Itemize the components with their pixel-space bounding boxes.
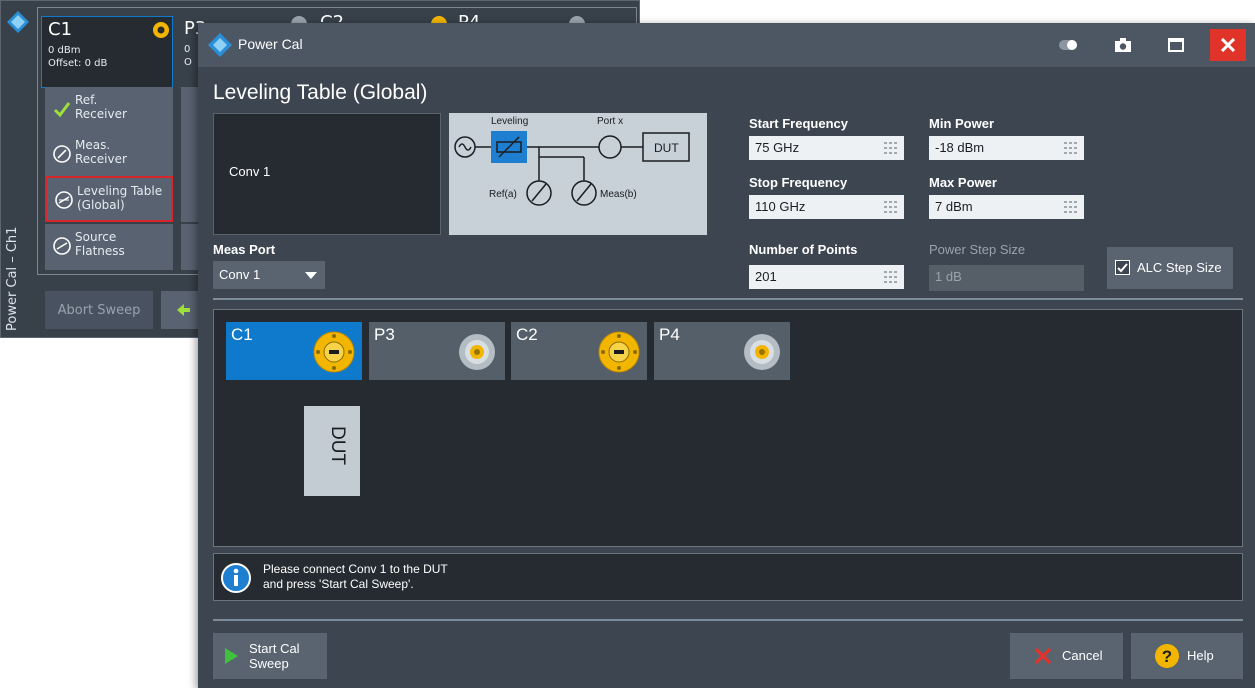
ref-receiver-button[interactable]: Ref. Receiver [45,87,173,133]
close-button[interactable] [1210,29,1246,61]
info-text-line2: and press 'Start Cal Sweep'. [263,577,414,591]
power-step-size-field: 1 dB [929,265,1084,291]
divider [213,619,1243,621]
cancel-x-icon [1034,647,1052,665]
back-arrow-button[interactable] [161,291,201,329]
coax-port-icon [459,334,495,370]
meter-icon [53,145,71,163]
help-icon: ? [1155,644,1179,668]
schematic-diagram: Leveling Port x DUT Ref(a) Meas(b) [454,116,690,206]
bg-side-button[interactable] [181,87,199,133]
conv-display: Conv 1 [213,113,441,235]
start-cal-sweep-button[interactable]: Start Cal Sweep [213,633,327,679]
leveling-icon [55,191,73,209]
flatness-icon [53,237,71,255]
converter-icon [153,22,169,38]
number-of-points-field[interactable]: 201 [749,265,904,289]
maximize-icon[interactable] [1166,35,1186,55]
ports-area: C1 P3 C2 P4 DUT [213,309,1243,547]
alc-step-size-checkbox[interactable]: ALC Step Size [1107,247,1233,289]
keypad-icon[interactable] [1064,142,1078,154]
keypad-icon[interactable] [884,142,898,154]
keypad-icon[interactable] [884,271,898,283]
info-icon [221,563,251,593]
port-c2[interactable]: C2 [511,322,647,380]
number-of-points-label: Number of Points [749,242,858,257]
bg-side-button[interactable] [181,132,199,178]
title-bar[interactable]: Power Cal [198,23,1255,67]
start-frequency-field[interactable]: 75 GHz [749,136,904,160]
converter-icon [598,331,640,373]
max-power-label: Max Power [929,175,997,190]
power-cal-dialog: Power Cal Leveling Table (Global) Conv 1 [198,23,1255,688]
min-power-label: Min Power [929,116,995,131]
bg-port-p4-label: P4 [458,12,480,22]
source-flatness-button[interactable]: Source Flatness [45,224,173,270]
close-icon [1221,38,1235,52]
coax-port-icon [744,334,780,370]
bg-side-button[interactable] [181,176,199,222]
port-p4[interactable]: P4 [654,322,790,380]
leveling-table-button[interactable]: Leveling Table (Global) [45,176,173,222]
bg-port-c2-label: C2 [320,12,344,22]
info-bar: Please connect Conv 1 to the DUT and pre… [213,553,1243,601]
converter-icon [313,331,355,373]
schematic-leveling-label: Leveling [491,116,528,127]
start-frequency-label: Start Frequency [749,116,848,131]
checkbox[interactable] [1115,260,1130,275]
cancel-button[interactable]: Cancel [1010,633,1123,679]
chevron-down-icon [305,272,317,279]
leveling-schematic: Leveling Port x DUT Ref(a) Meas(b) [449,113,707,235]
info-text-line1: Please connect Conv 1 to the DUT [263,562,448,576]
bg-port-c1[interactable]: C1 0 dBm Offset: 0 dB [41,16,173,88]
meas-port-select[interactable]: Conv 1 [213,261,325,289]
stop-frequency-field[interactable]: 110 GHz [749,195,904,219]
svg-text:?: ? [1162,647,1172,666]
abort-sweep-button[interactable]: Abort Sweep [45,291,153,329]
page-title: Leveling Table (Global) [213,81,428,104]
schematic-ref-label: Ref(a) [489,189,517,200]
help-button[interactable]: ? Help [1131,633,1243,679]
check-icon [1117,263,1128,273]
camera-icon[interactable] [1113,35,1133,55]
port-c1[interactable]: C1 [226,322,362,380]
power-step-size-label: Power Step Size [929,242,1026,257]
play-icon [225,648,238,664]
port-p3[interactable]: P3 [369,322,505,380]
meas-receiver-button[interactable]: Meas. Receiver [45,132,173,178]
dut-block[interactable]: DUT [304,406,360,496]
rs-logo-icon [7,11,29,33]
divider [213,298,1243,300]
stop-frequency-label: Stop Frequency [749,175,848,190]
min-power-field[interactable]: -18 dBm [929,136,1084,160]
check-icon [53,102,71,118]
toggle-icon[interactable] [1058,35,1078,55]
meas-port-label: Meas Port [213,242,276,257]
bg-side-button[interactable] [181,224,199,270]
schematic-port-label: Port x [597,116,623,127]
rs-logo-icon [208,33,232,57]
max-power-field[interactable]: 7 dBm [929,195,1084,219]
schematic-meas-label: Meas(b) [600,189,637,200]
conv-label: Conv 1 [229,164,271,179]
keypad-icon[interactable] [884,201,898,213]
panel-vertical-label: Power Cal – Ch1 [5,226,20,331]
dialog-title: Power Cal [238,36,303,52]
schematic-dut-label: DUT [654,141,679,155]
keypad-icon[interactable] [1064,201,1078,213]
arrow-left-icon [177,304,190,316]
